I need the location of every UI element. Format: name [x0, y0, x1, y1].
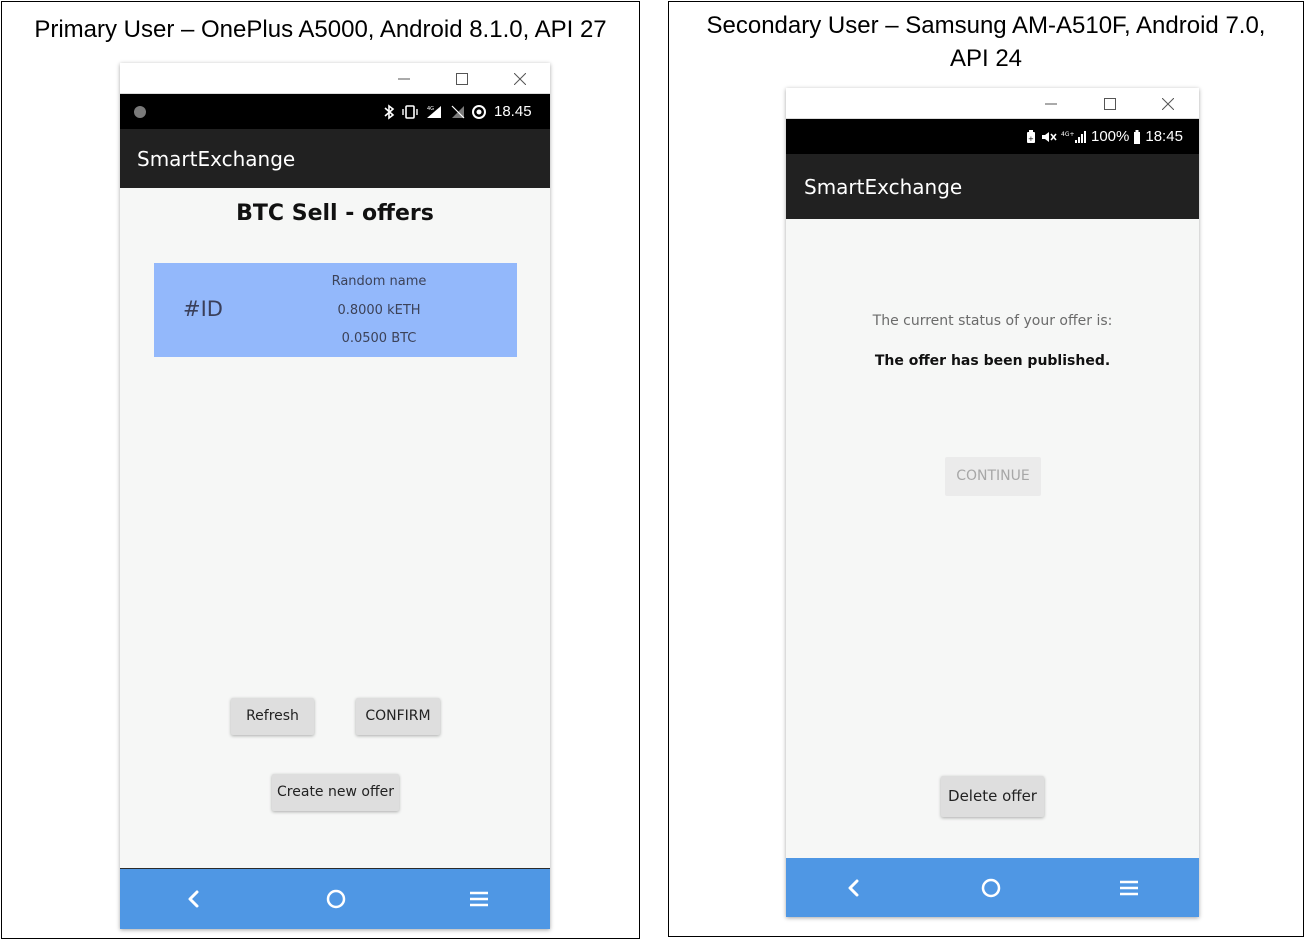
mute-icon [1042, 131, 1057, 142]
battery-percent: 100% [1091, 128, 1130, 145]
nav-menu-button[interactable] [449, 869, 509, 929]
close-icon [1162, 98, 1174, 110]
status-bar: + 4G+ 100% 18:45 [786, 119, 1199, 154]
nav-menu-button[interactable] [1099, 858, 1159, 917]
nav-back-button[interactable] [824, 858, 884, 917]
bluetooth-icon [384, 103, 395, 120]
lte-signal-icon: 4G+ [1061, 130, 1086, 143]
confirm-button[interactable]: CONFIRM [356, 698, 440, 735]
app-bar: SmartExchange [786, 154, 1199, 219]
offer-amount-eth: 0.8000 kETH [337, 303, 421, 318]
navigation-bar [120, 869, 550, 929]
nav-home-button[interactable] [306, 869, 366, 929]
offer-name: Random name [331, 274, 427, 289]
home-icon [981, 878, 1001, 898]
menu-icon [470, 891, 488, 907]
dot-icon [134, 106, 146, 118]
secondary-device-window: + 4G+ 100% 18:45 SmartExchange The curre… [786, 88, 1199, 917]
svg-text:4G: 4G [427, 106, 434, 112]
signal-icon: 4G [427, 105, 441, 118]
status-time: 18:45 [1145, 128, 1183, 145]
offer-amount-btc: 0.0500 BTC [341, 331, 417, 346]
window-title-bar [786, 88, 1199, 119]
create-offer-button[interactable]: Create new offer [272, 774, 399, 811]
back-icon [188, 890, 199, 908]
minimize-button[interactable] [374, 63, 432, 93]
data-saver-icon [472, 104, 486, 119]
navigation-bar [786, 858, 1199, 917]
menu-icon [1120, 880, 1138, 896]
status-time: 18.45 [494, 103, 532, 120]
secondary-caption-line1: Secondary User – Samsung AM-A510F, Andro… [706, 12, 1266, 39]
page-title: BTC Sell - offers [236, 201, 434, 226]
back-icon [848, 879, 859, 897]
svg-text:4G+: 4G+ [1061, 131, 1075, 138]
no-signal-icon [451, 105, 465, 118]
svg-text:+: + [1028, 135, 1034, 143]
continue-button[interactable]: CONTINUE [945, 457, 1041, 496]
primary-panel: Primary User – OnePlus A5000, Android 8.… [1, 1, 640, 939]
refresh-button[interactable]: Refresh [231, 698, 314, 735]
secondary-panel: Secondary User – Samsung AM-A510F, Andro… [668, 1, 1304, 937]
nav-home-button[interactable] [961, 858, 1021, 917]
close-button[interactable] [1138, 88, 1196, 118]
minimize-icon [398, 78, 410, 80]
close-icon [514, 73, 526, 85]
minimize-icon [1045, 103, 1057, 105]
maximize-icon [1104, 98, 1116, 110]
status-label: The current status of your offer is: [872, 313, 1113, 329]
vibrate-icon [402, 104, 418, 119]
primary-device-window: 4G 18.45 SmartExchange BTC Sell - offers… [120, 63, 550, 929]
status-bar: 4G 18.45 [120, 94, 550, 129]
status-value: The offer has been published. [874, 353, 1111, 369]
primary-caption: Primary User – OnePlus A5000, Android 8.… [34, 16, 607, 43]
maximize-icon [456, 73, 468, 85]
secondary-caption-line2: API 24 [949, 45, 1023, 72]
app-bar: SmartExchange [120, 129, 550, 188]
app-title: SmartExchange [804, 175, 963, 199]
status-icons: + 4G+ 100% 18:45 [1025, 119, 1183, 154]
home-icon [326, 889, 346, 909]
close-button[interactable] [490, 63, 548, 93]
battery-saver-icon: + [1027, 129, 1035, 143]
minimize-button[interactable] [1021, 88, 1079, 118]
offer-card[interactable]: #ID Random name 0.8000 kETH 0.0500 BTC [154, 263, 517, 357]
offer-id: #ID [183, 297, 223, 321]
maximize-button[interactable] [432, 63, 490, 93]
battery-icon [1134, 129, 1141, 144]
nav-back-button[interactable] [164, 869, 224, 929]
status-icons: 4G 18.45 [383, 94, 532, 129]
delete-offer-button[interactable]: Delete offer [941, 776, 1044, 817]
window-title-bar [120, 63, 550, 94]
app-title: SmartExchange [137, 147, 296, 171]
maximize-button[interactable] [1080, 88, 1138, 118]
